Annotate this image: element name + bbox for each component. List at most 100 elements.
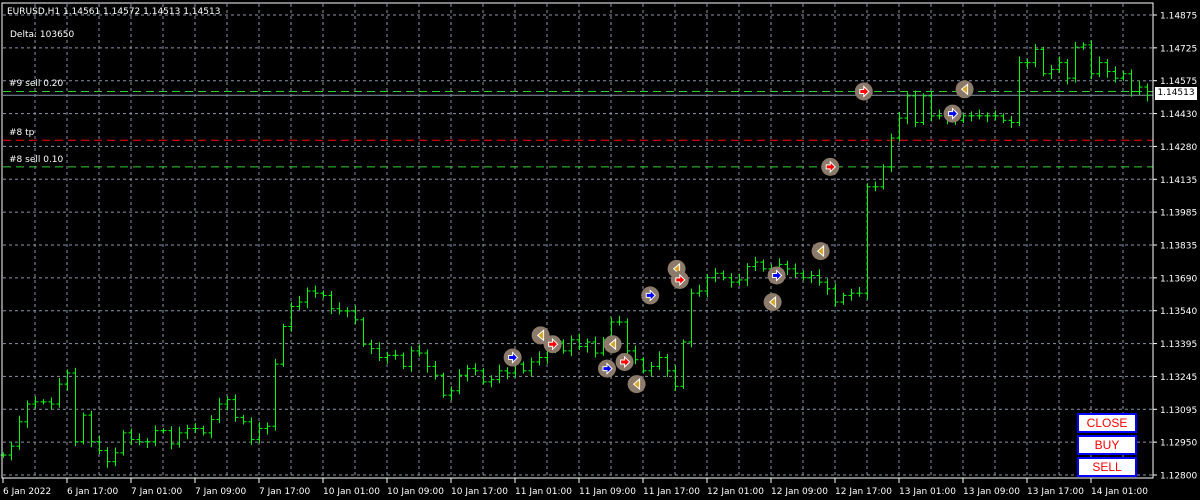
price-bar — [64, 369, 71, 391]
price-tick-label: 1.12950 — [1160, 439, 1197, 449]
price-bar — [296, 295, 303, 311]
close-button[interactable]: CLOSE — [1077, 413, 1137, 433]
delta-label: Delta: 103650 — [10, 30, 75, 40]
price-bar — [1136, 80, 1143, 96]
price-bar — [456, 369, 463, 395]
price-bar — [96, 435, 103, 455]
price-bar — [72, 367, 79, 447]
price-bar — [736, 273, 743, 286]
price-bar — [992, 110, 999, 121]
price-bar — [272, 358, 279, 431]
price-bar — [0, 452, 7, 458]
trade-marker-close — [763, 293, 782, 312]
price-bar — [560, 339, 567, 354]
price-bar — [160, 428, 167, 434]
price-bar — [144, 438, 151, 448]
trade-marker-buy — [641, 286, 660, 305]
price-bar — [896, 111, 903, 142]
price-bar — [112, 447, 119, 467]
price-bar — [56, 377, 63, 408]
price-bar — [520, 361, 527, 374]
price-bar — [488, 375, 495, 388]
price-bar — [264, 422, 271, 435]
time-tick-label: 11 Jan 01:00 — [515, 487, 572, 497]
price-axis: 1.14875 1.14725 1.14575 1.14430 1.14280 1.141… — [1153, 12, 1197, 482]
price-bar — [392, 349, 399, 360]
trade-marker-sell — [615, 352, 634, 371]
price-bar — [24, 400, 31, 429]
price-bar — [864, 183, 871, 300]
chart-grid — [3, 4, 1153, 478]
trade-marker-buy — [943, 104, 962, 123]
price-bar — [640, 357, 647, 374]
price-bar — [1048, 64, 1055, 80]
price-bar — [88, 410, 95, 448]
price-bar — [232, 394, 239, 422]
trade-marker-close — [811, 242, 830, 261]
price-tick-label: 1.14875 — [1160, 12, 1197, 22]
price-bar — [152, 425, 159, 447]
price-bar — [1008, 115, 1015, 128]
price-bar — [336, 302, 343, 315]
time-tick-label: 14 Jan 01:00 — [1091, 487, 1148, 497]
price-bar — [664, 353, 671, 378]
price-bar — [472, 363, 479, 376]
time-tick-label: 6 Jan 17:00 — [67, 487, 119, 497]
time-tick-label: 13 Jan 09:00 — [963, 487, 1020, 497]
time-tick-label: 7 Jan 01:00 — [131, 487, 183, 497]
symbol-info: EURUSD,H1 1.14561 1.14572 1.14513 1.1451… — [7, 7, 221, 17]
order-line-label: #9 sell 0.20 — [9, 79, 64, 90]
trade-marker-sell — [670, 270, 689, 289]
sell-button[interactable]: SELL — [1077, 457, 1137, 477]
price-chart[interactable]: 1.14875 1.14725 1.14575 1.14430 1.14280 1.141… — [0, 0, 1200, 500]
price-bar — [936, 109, 943, 120]
price-bar — [976, 109, 983, 120]
price-bar — [80, 412, 87, 445]
price-bar — [728, 273, 735, 288]
trade-marker-buy — [503, 348, 522, 367]
price-bar — [1120, 71, 1127, 81]
price-bar — [808, 271, 815, 284]
price-bar — [424, 349, 431, 373]
trade-marker-close — [955, 80, 974, 99]
price-bar — [1080, 42, 1087, 50]
price-bar — [792, 263, 799, 278]
time-tick-label: 7 Jan 09:00 — [195, 487, 247, 497]
price-bar — [216, 397, 223, 424]
time-tick-label: 12 Jan 01:00 — [707, 487, 764, 497]
price-bar — [360, 317, 367, 347]
price-bar — [624, 318, 631, 358]
price-bar — [192, 423, 199, 433]
price-tick-label: 1.13985 — [1160, 209, 1197, 219]
price-bar — [104, 447, 111, 468]
price-bar — [400, 352, 407, 370]
price-bar — [280, 323, 287, 367]
price-bar — [248, 417, 255, 445]
price-bar — [448, 386, 455, 401]
price-bar — [1040, 46, 1047, 77]
price-tick-label: 1.13690 — [1160, 274, 1197, 284]
trade-marker-close — [603, 335, 622, 354]
price-bar — [832, 283, 839, 307]
price-bar — [8, 441, 15, 461]
trade-marker-sell — [854, 82, 873, 101]
price-tick-label: 1.13540 — [1160, 307, 1197, 317]
price-bar — [824, 278, 831, 295]
price-bar — [680, 339, 687, 389]
price-tick-label: 1.13835 — [1160, 242, 1197, 252]
price-tick-label: 1.12800 — [1160, 472, 1197, 482]
price-bar — [224, 396, 231, 411]
time-tick-label: 10 Jan 17:00 — [451, 487, 508, 497]
price-bar — [40, 399, 47, 405]
price-bar — [752, 256, 759, 272]
buy-button[interactable]: BUY — [1077, 435, 1137, 455]
price-bar — [304, 287, 311, 309]
time-tick-label: 13 Jan 17:00 — [1027, 487, 1084, 497]
price-tick-label: 1.14135 — [1160, 176, 1197, 186]
order-lines — [3, 90, 1153, 168]
price-bar — [208, 415, 215, 439]
trade-marker-sell — [821, 157, 840, 176]
price-bar — [1088, 40, 1095, 80]
trade-marker-close — [627, 375, 646, 394]
time-tick-label: 10 Jan 01:00 — [323, 487, 380, 497]
